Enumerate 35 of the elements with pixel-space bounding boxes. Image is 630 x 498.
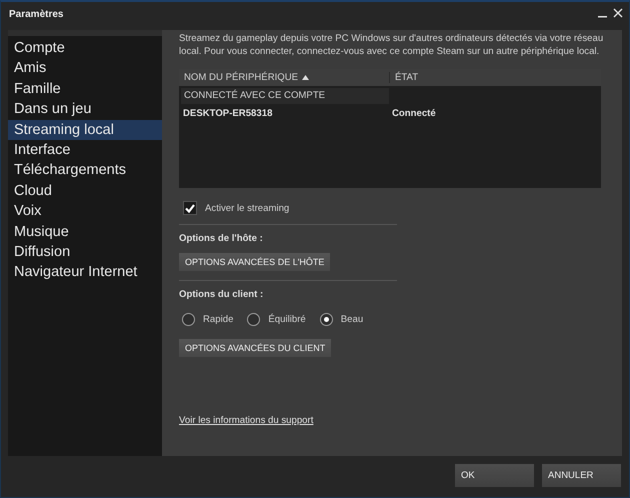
dialog-button[interactable]: OK: [455, 464, 534, 487]
section-label: Options de l'hôte :: [179, 233, 264, 244]
sidebar-item[interactable]: Amis: [8, 58, 162, 79]
checkbox[interactable]: [183, 201, 197, 215]
sidebar-item[interactable]: Téléchargements: [8, 160, 162, 181]
column-header[interactable]: ÉTAT: [390, 72, 418, 83]
sidebar-item[interactable]: Streaming local: [8, 120, 162, 140]
host-options-button[interactable]: OPTIONS AVANCÉES DE L'HÔTE: [179, 253, 330, 271]
radio-button[interactable]: [182, 313, 195, 326]
column-header[interactable]: NOM DU PÉRIPHÉRIQUE: [179, 72, 390, 83]
window-title: Paramètres: [9, 8, 64, 20]
description-text: Streamez du gameplay depuis votre PC Windows sur d'autres ordinateurs détectés via votre réseau local. Pour vous connecter, connectez-vous avec ce compte Steam sur un autre périphérique local.: [179, 32, 604, 58]
client-options-button[interactable]: OPTIONS AVANCÉES DU CLIENT: [179, 339, 332, 357]
dialog-button[interactable]: ANNULER: [542, 464, 621, 487]
device-status: Connecté: [392, 108, 436, 118]
sidebar-item[interactable]: Diffusion: [8, 242, 162, 262]
radio-label[interactable]: Rapide: [203, 314, 234, 325]
sidebar-item[interactable]: Voix: [8, 201, 162, 222]
group-header: CONNECTÉ AVEC CE COMPTE: [181, 88, 389, 104]
radio-button[interactable]: [247, 313, 260, 326]
sidebar-item[interactable]: Interface: [8, 140, 162, 160]
radio-label[interactable]: Équilibré: [268, 314, 306, 325]
section-label: Options du client :: [179, 289, 264, 300]
checkbox-label[interactable]: Activer le streaming: [205, 202, 290, 214]
sidebar-item[interactable]: Cloud: [8, 180, 162, 202]
radio-button[interactable]: [320, 313, 333, 326]
sidebar-item[interactable]: Musique: [8, 222, 162, 242]
sidebar-item[interactable]: Dans un jeu: [8, 99, 162, 120]
sidebar-item[interactable]: Navigateur Internet: [8, 262, 162, 283]
device-name: DESKTOP-ER58318: [182, 108, 274, 118]
support-link[interactable]: Voir les informations du support: [179, 415, 314, 426]
sidebar-item[interactable]: Compte: [8, 38, 162, 58]
radio-label[interactable]: Beau: [340, 314, 364, 325]
close-icon[interactable]: [613, 8, 623, 18]
sidebar-item[interactable]: Famille: [8, 78, 162, 100]
